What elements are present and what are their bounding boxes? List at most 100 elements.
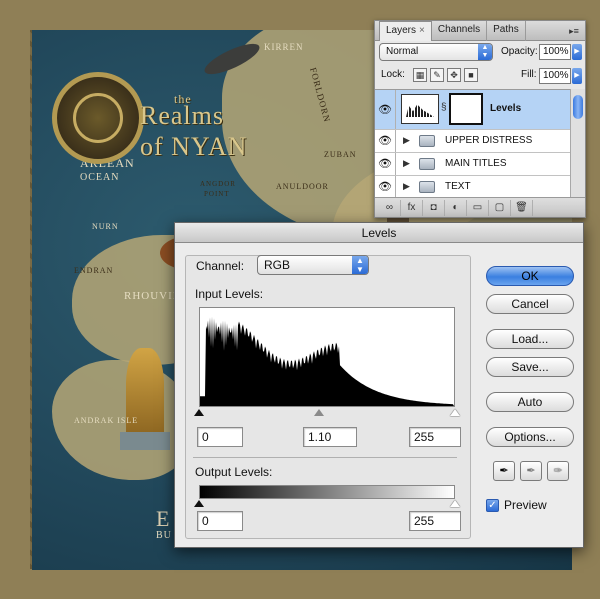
input-gamma-handle[interactable] <box>314 409 325 416</box>
mask-icon[interactable]: ◘ <box>423 199 445 216</box>
divider <box>395 130 396 152</box>
input-gamma-field[interactable]: 1.10 <box>303 427 357 447</box>
layer-mask-thumbnail[interactable] <box>449 93 483 125</box>
layer-row-levels[interactable]: 👁 § Levels <box>375 90 571 130</box>
folder-icon[interactable]: ▭ <box>467 199 489 216</box>
lock-image-pixels-icon[interactable]: ✎ <box>430 68 444 82</box>
lock-row: Lock: ▦ ✎ ✥ ■ Fill: 100% ▶ <box>379 67 583 85</box>
celtic-emblem-logo <box>52 72 144 164</box>
map-label: ANGDOR <box>200 180 236 188</box>
map-label: RHOUVIL <box>124 290 181 302</box>
lock-label: Lock: <box>381 69 405 80</box>
auto-button[interactable]: Auto <box>486 392 574 412</box>
map-label: ANDRAK ISLE <box>74 416 139 425</box>
preview-label[interactable]: Preview <box>504 498 547 512</box>
input-levels-label: Input Levels: <box>195 287 264 301</box>
cancel-button[interactable]: Cancel <box>486 294 574 314</box>
output-white-field[interactable]: 255 <box>409 511 461 531</box>
blend-row: Normal ▲ ▼ Opacity: 100% ▶ <box>379 43 583 63</box>
disclosure-triangle-icon[interactable]: ▶ <box>403 158 410 169</box>
channel-value: RGB <box>264 258 291 272</box>
output-levels-label: Output Levels: <box>195 465 273 479</box>
panel-menu-icon[interactable]: ▸≡ <box>567 24 581 38</box>
output-white-point-handle[interactable] <box>450 500 460 507</box>
fill-field[interactable]: 100% <box>539 68 571 84</box>
preview-checkbox[interactable]: ✓ <box>486 499 499 512</box>
histogram-graph <box>200 316 454 406</box>
link-icon[interactable]: § <box>441 102 447 113</box>
tab-label: Layers <box>386 25 417 36</box>
ok-button[interactable]: OK <box>486 266 574 286</box>
map-label: OCEAN <box>80 172 120 183</box>
map-label: POINT <box>204 190 230 198</box>
map-label: ENDRAN <box>74 266 114 275</box>
folder-icon <box>419 181 435 193</box>
gray-point-eyedropper-icon[interactable]: ✒ <box>520 461 542 481</box>
fx-icon[interactable]: fx <box>401 199 423 216</box>
load-button[interactable]: Load... <box>486 329 574 349</box>
divider <box>395 176 396 197</box>
map-label: KIRREN <box>264 42 304 52</box>
input-levels-slider[interactable] <box>194 409 460 417</box>
layer-row-main-titles[interactable]: 👁 ▶ MAIN TITLES <box>375 153 571 176</box>
layer-name: MAIN TITLES <box>445 158 507 169</box>
map-label: NURN <box>92 222 119 231</box>
trash-icon[interactable]: 🗑 <box>511 199 533 216</box>
tab-layers[interactable]: Layers × <box>379 21 432 41</box>
layer-name: Levels <box>490 103 522 114</box>
channel-select[interactable]: RGB ▲ ▼ <box>257 255 369 275</box>
disclosure-triangle-icon[interactable]: ▶ <box>403 181 410 192</box>
layers-panel: Layers × Channels Paths ▸≡ Normal ▲ ▼ Opac… <box>374 20 586 218</box>
lock-position-icon[interactable]: ✥ <box>447 68 461 82</box>
eye-icon[interactable]: 👁 <box>377 157 393 171</box>
panel-bottom-toolbar: ∞ fx ◘ ◐ ▭ ▢ 🗑 <box>375 197 585 217</box>
layers-scrollbar[interactable] <box>570 89 585 197</box>
lock-transparent-pixels-icon[interactable]: ▦ <box>413 68 427 82</box>
tab-paths[interactable]: Paths <box>487 21 526 41</box>
eye-icon[interactable]: 👁 <box>377 134 393 148</box>
save-button[interactable]: Save... <box>486 357 574 377</box>
input-black-field[interactable]: 0 <box>197 427 243 447</box>
white-point-eyedropper-icon[interactable]: ✒ <box>547 461 569 481</box>
map-title-prefix: the <box>174 92 192 106</box>
tab-channels[interactable]: Channels <box>432 21 488 41</box>
histogram <box>199 307 455 407</box>
fill-slider-arrow-icon[interactable]: ▶ <box>572 68 582 84</box>
layer-row-text[interactable]: 👁 ▶ TEXT <box>375 176 571 197</box>
input-white-point-handle[interactable] <box>450 409 460 416</box>
output-gradient-bar <box>199 485 455 499</box>
output-levels-slider[interactable] <box>194 500 460 508</box>
eye-icon[interactable]: 👁 <box>377 103 393 117</box>
layer-row-upper-distress[interactable]: 👁 ▶ UPPER DISTRESS <box>375 130 571 153</box>
statue-pedestal <box>120 432 170 450</box>
new-layer-icon[interactable]: ▢ <box>489 199 511 216</box>
divider <box>395 153 396 175</box>
adjustment-icon[interactable]: ◐ <box>445 199 467 216</box>
folder-icon <box>419 158 435 170</box>
lock-all-icon[interactable]: ■ <box>464 68 478 82</box>
options-button[interactable]: Options... <box>486 427 574 447</box>
opacity-slider-arrow-icon[interactable]: ▶ <box>572 44 582 60</box>
chevron-updown-icon: ▲ ▼ <box>352 256 368 274</box>
scrollbar-thumb[interactable] <box>573 95 583 119</box>
dialog-title[interactable]: Levels <box>175 223 583 243</box>
black-point-eyedropper-icon[interactable]: ✒ <box>493 461 515 481</box>
eye-icon[interactable]: 👁 <box>377 180 393 194</box>
blend-mode-select[interactable]: Normal ▲ ▼ <box>379 43 493 61</box>
map-label: E <box>156 506 171 531</box>
folder-icon <box>419 135 435 147</box>
layer-name: UPPER DISTRESS <box>445 135 533 146</box>
opacity-label: Opacity: <box>501 46 538 57</box>
divider <box>395 90 396 129</box>
disclosure-triangle-icon[interactable]: ▶ <box>403 135 410 146</box>
input-black-point-handle[interactable] <box>194 409 204 416</box>
opacity-field[interactable]: 100% <box>539 44 571 60</box>
output-black-field[interactable]: 0 <box>197 511 243 531</box>
layer-name: TEXT <box>445 181 471 192</box>
close-icon[interactable]: × <box>419 25 425 36</box>
output-black-point-handle[interactable] <box>194 500 204 507</box>
panel-tabs: Layers × Channels Paths <box>375 21 585 41</box>
link-icon[interactable]: ∞ <box>379 199 401 216</box>
input-white-field[interactable]: 255 <box>409 427 461 447</box>
map-label: BU <box>156 530 172 541</box>
